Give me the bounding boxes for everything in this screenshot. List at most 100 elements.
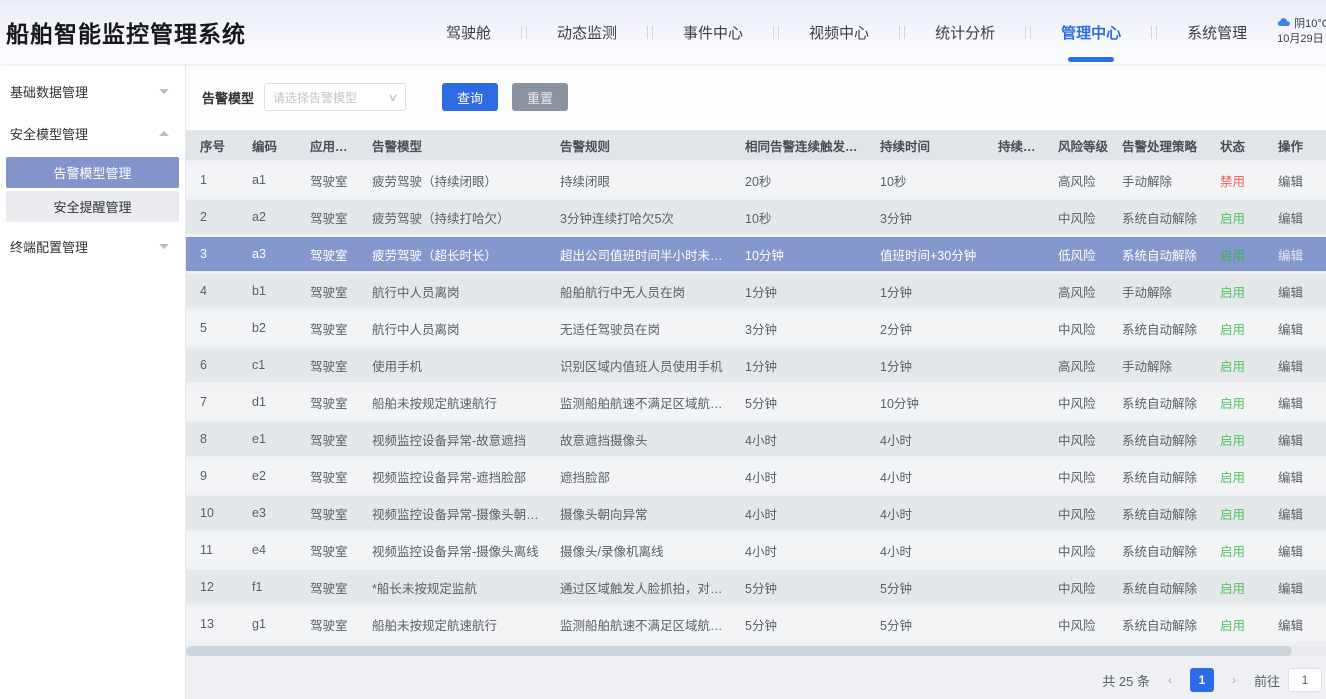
cell-strategy: 系统自动解除 [1108, 541, 1206, 560]
table-row-2[interactable]: 2a2驾驶室疲劳驾驶（持续打哈欠）3分钟连续打哈欠5次10秒3分钟中风险系统自动… [186, 200, 1326, 234]
edit-link[interactable]: 编辑 [1264, 208, 1326, 227]
edit-link[interactable]: 编辑 [1264, 171, 1326, 190]
cell-code: a3 [238, 247, 296, 261]
table-row-6[interactable]: 6c1驾驶室使用手机识别区域内值班人员使用手机1分钟1分钟高风险手动解除启用编辑 [186, 348, 1326, 382]
goto-label: 前往 [1254, 671, 1280, 690]
cell-strategy: 手动解除 [1108, 171, 1206, 190]
cell-code: c1 [238, 358, 296, 372]
column-header-12: 操作 [1264, 136, 1326, 155]
column-header-6: 相同告警连续触发时间间隔 [731, 136, 866, 155]
table-row-5[interactable]: 5b2驾驶室航行中人员离岗无适任驾驶员在岗3分钟2分钟中风险系统自动解除启用编辑 [186, 311, 1326, 345]
sidebar-group-1[interactable]: 基础数据管理 [0, 70, 185, 112]
nav-item-2[interactable]: 动态监测 [557, 14, 617, 51]
table-row-9[interactable]: 9e2驾驶室视频监控设备异常-遮挡脸部遮挡脸部4小时4小时中风险系统自动解除启用… [186, 459, 1326, 493]
cell-strategy: 系统自动解除 [1108, 393, 1206, 412]
table-row-3[interactable]: 3a3驾驶室疲劳驾驶（超长时长）超出公司值班时间半小时未按规定交接10分钟值班时… [186, 237, 1326, 271]
cloud-icon [1277, 17, 1291, 32]
cell-rule: 遮挡脸部 [546, 467, 731, 486]
column-header-7: 持续时间 [866, 136, 984, 155]
nav-item-5[interactable]: 统计分析 [935, 14, 995, 51]
chevron-down-icon [159, 244, 169, 249]
status-badge: 启用 [1206, 245, 1264, 264]
cell-index: 6 [186, 358, 238, 372]
cell-rule: 监测船舶航速不满足区域航速限制规定 [546, 393, 731, 412]
chevron-down-icon [159, 89, 169, 94]
table-body: 1a1驾驶室疲劳驾驶（持续闭眼）持续闭眼20秒10秒高风险手动解除禁用编辑2a2… [186, 163, 1326, 641]
edit-link[interactable]: 编辑 [1264, 467, 1326, 486]
sidebar-group-label: 终端配置管理 [10, 237, 88, 256]
edit-link[interactable]: 编辑 [1264, 245, 1326, 264]
reset-button[interactable]: 重置 [512, 83, 568, 111]
table-row-7[interactable]: 7d1驾驶室船舶未按规定航速航行监测船舶航速不满足区域航速限制规定5分钟10分钟… [186, 385, 1326, 419]
nav-separator [521, 26, 527, 39]
status-badge: 启用 [1206, 541, 1264, 560]
cell-scene: 驾驶室 [296, 504, 358, 523]
cell-risk: 中风险 [1044, 578, 1108, 597]
cell-scene: 驾驶室 [296, 208, 358, 227]
cell-rule: 识别区域内值班人员使用手机 [546, 356, 731, 375]
cell-scene: 驾驶室 [296, 578, 358, 597]
nav-item-1[interactable]: 驾驶舱 [446, 14, 491, 51]
nav-item-6[interactable]: 管理中心 [1061, 14, 1121, 51]
scrollbar-thumb[interactable] [186, 646, 1292, 656]
sidebar-subitem-2-1[interactable]: 告警模型管理 [6, 157, 179, 188]
cell-duration: 4小时 [866, 430, 984, 449]
edit-link[interactable]: 编辑 [1264, 430, 1326, 449]
edit-link[interactable]: 编辑 [1264, 393, 1326, 412]
nav-item-4[interactable]: 视频中心 [809, 14, 869, 51]
table-row-10[interactable]: 10e3驾驶室视频监控设备异常-摄像头朝向异常摄像头朝向异常4小时4小时中风险系… [186, 496, 1326, 530]
nav-separator [899, 26, 905, 39]
table-row-11[interactable]: 11e4驾驶室视频监控设备异常-摄像头离线摄像头/录像机离线4小时4小时中风险系… [186, 533, 1326, 567]
prev-page-button[interactable]: ‹ [1158, 668, 1182, 692]
search-button[interactable]: 查询 [442, 83, 498, 111]
sidebar-group-3[interactable]: 终端配置管理 [0, 225, 185, 267]
nav-item-3[interactable]: 事件中心 [683, 14, 743, 51]
cell-interval: 3分钟 [731, 319, 866, 338]
cell-risk: 中风险 [1044, 430, 1108, 449]
alarm-model-select[interactable]: 请选择告警模型 ∨ [264, 83, 406, 111]
cell-code: f1 [238, 580, 296, 594]
edit-link[interactable]: 编辑 [1264, 615, 1326, 634]
table-row-13[interactable]: 13g1驾驶室船舶未按规定航速航行监测船舶航速不满足区域航速限制规定5分钟5分钟… [186, 607, 1326, 641]
cell-index: 10 [186, 506, 238, 520]
next-page-button[interactable]: › [1222, 668, 1246, 692]
table-row-1[interactable]: 1a1驾驶室疲劳驾驶（持续闭眼）持续闭眼20秒10秒高风险手动解除禁用编辑 [186, 163, 1326, 197]
table-row-12[interactable]: 12f1驾驶室*船长未按规定监航通过区域触发人脸抓拍，对船长身份...5分钟5分… [186, 570, 1326, 604]
cell-strategy: 系统自动解除 [1108, 578, 1206, 597]
edit-link[interactable]: 编辑 [1264, 356, 1326, 375]
weather-date: 10月29日 [1277, 32, 1326, 47]
edit-link[interactable]: 编辑 [1264, 282, 1326, 301]
cell-strategy: 系统自动解除 [1108, 430, 1206, 449]
cell-risk: 中风险 [1044, 393, 1108, 412]
table-row-8[interactable]: 8e1驾驶室视频监控设备异常-故意遮挡故意遮挡摄像头4小时4小时中风险系统自动解… [186, 422, 1326, 456]
horizontal-scrollbar[interactable] [186, 646, 1326, 656]
cell-strategy: 系统自动解除 [1108, 615, 1206, 634]
cell-interval: 4小时 [731, 504, 866, 523]
cell-strategy: 系统自动解除 [1108, 245, 1206, 264]
page-1-button[interactable]: 1 [1190, 668, 1214, 692]
sidebar-group-2[interactable]: 安全模型管理 [0, 112, 185, 154]
cell-interval: 1分钟 [731, 356, 866, 375]
cell-rule: 监测船舶航速不满足区域航速限制规定 [546, 615, 731, 634]
chevron-down-icon: ∨ [387, 91, 398, 104]
nav-separator [1151, 26, 1157, 39]
edit-link[interactable]: 编辑 [1264, 541, 1326, 560]
edit-link[interactable]: 编辑 [1264, 319, 1326, 338]
sidebar-subitem-2-2[interactable]: 安全提醒管理 [6, 191, 179, 222]
nav-item-7[interactable]: 系统管理 [1187, 14, 1247, 51]
table-header-row: 序号编码应用场景告警模型告警规则相同告警连续触发时间间隔持续时间持续帧数风险等级… [186, 130, 1326, 160]
edit-link[interactable]: 编辑 [1264, 504, 1326, 523]
top-right-area: 阴10°C 10月29日 管理 [1277, 16, 1326, 48]
edit-link[interactable]: 编辑 [1264, 578, 1326, 597]
main-content: 告警模型 请选择告警模型 ∨ 查询 重置 序号编码应用场景告警模型告警规则相同告… [186, 64, 1326, 699]
table-row-4[interactable]: 4b1驾驶室航行中人员离岗船舶航行中无人员在岗1分钟1分钟高风险手动解除启用编辑 [186, 274, 1326, 308]
cell-model: 视频监控设备异常-故意遮挡 [358, 430, 546, 449]
sidebar-group-label: 基础数据管理 [10, 82, 88, 101]
alarm-model-table: 序号编码应用场景告警模型告警规则相同告警连续触发时间间隔持续时间持续帧数风险等级… [186, 130, 1326, 656]
top-header: 船舶智能监控管理系统 驾驶舱动态监测事件中心视频中心统计分析管理中心系统管理 阴… [0, 0, 1326, 64]
goto-page-input[interactable] [1288, 668, 1322, 692]
cell-duration: 5分钟 [866, 578, 984, 597]
active-nav-indicator [1068, 57, 1114, 62]
cell-scene: 驾驶室 [296, 615, 358, 634]
cell-model: 疲劳驾驶（持续闭眼） [358, 171, 546, 190]
